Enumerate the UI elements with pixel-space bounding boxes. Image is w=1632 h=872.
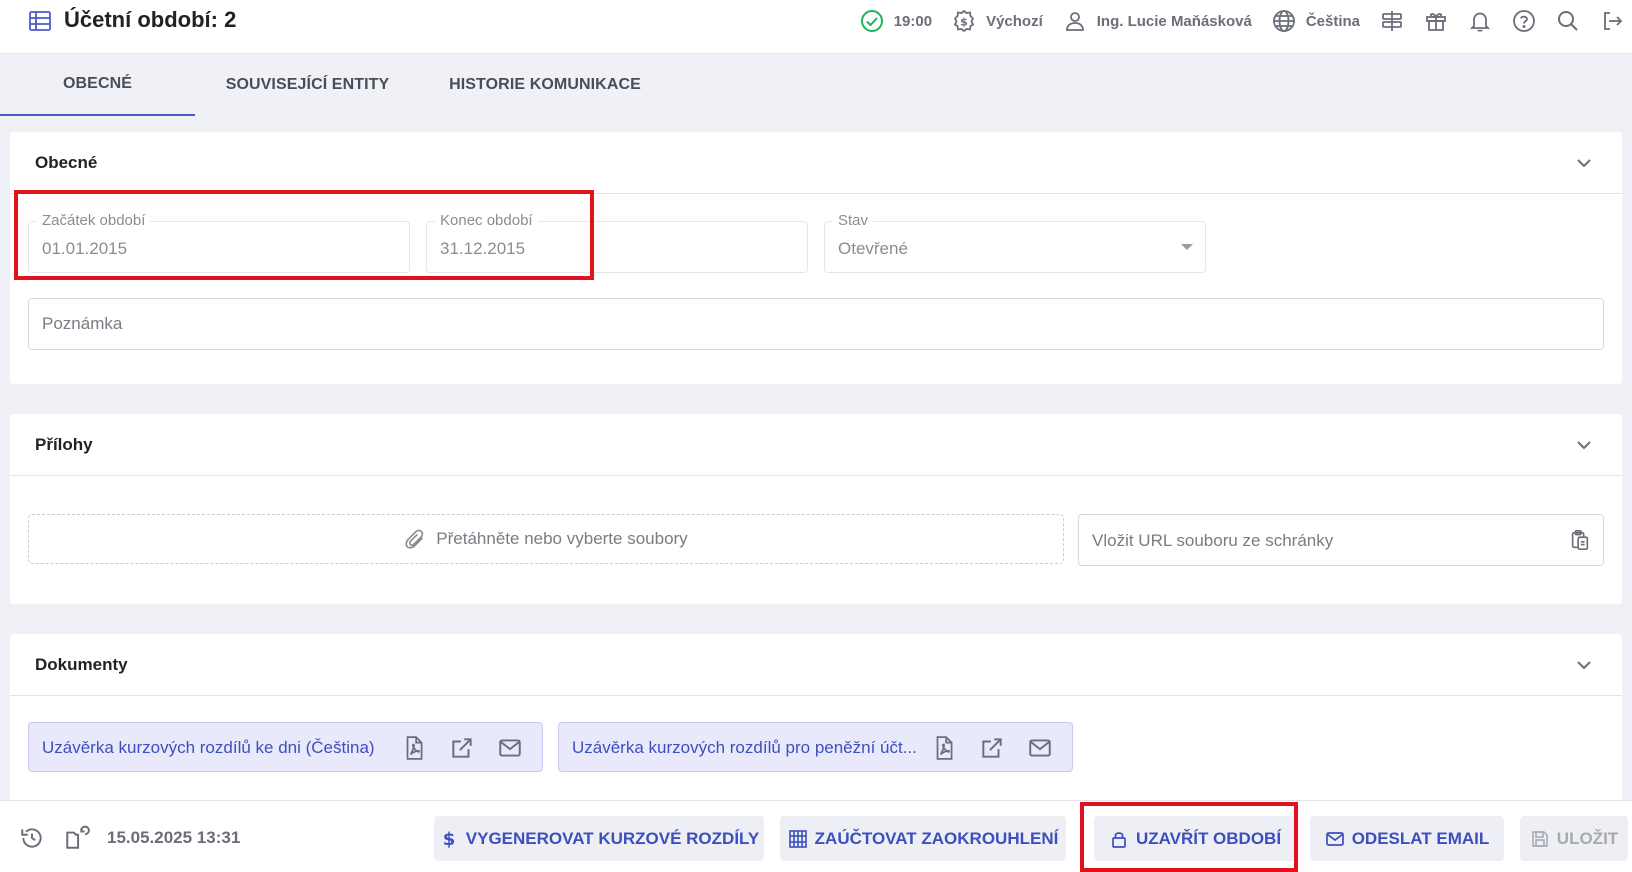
globe-icon	[1272, 9, 1296, 33]
file-url-placeholder: Vložit URL souboru ze schránky	[1092, 531, 1334, 550]
user-name: Ing. Lucie Maňásková	[1096, 12, 1252, 30]
search-button[interactable]	[1556, 9, 1580, 33]
session-time[interactable]: 19:00	[860, 9, 932, 33]
post-rounding-label: ZAÚČTOVAT ZAOKROUHLENÍ	[814, 828, 1059, 848]
notifications-button[interactable]	[1468, 9, 1492, 33]
mail-icon[interactable]	[1027, 735, 1053, 761]
highlight-period-dates	[14, 190, 594, 280]
tab-communication-history[interactable]: HISTORIE KOMUNIKACE	[440, 54, 650, 116]
language-label: Čeština	[1305, 12, 1360, 30]
dropdown-arrow-icon	[1181, 244, 1193, 250]
external-link-icon[interactable]	[449, 735, 475, 761]
chevron-down-icon[interactable]	[1574, 435, 1594, 455]
session-time-label: 19:00	[893, 12, 933, 30]
page-title: Účetní období: 2	[64, 7, 237, 32]
file-url-input[interactable]: Vložit URL souboru ze schránky	[1078, 514, 1604, 566]
document-name[interactable]: Uzávěrka kurzových rozdílů pro peněžní ú…	[572, 738, 917, 758]
document-name[interactable]: Uzávěrka kurzových rozdílů ke dni (Češti…	[42, 738, 387, 758]
chevron-down-icon[interactable]	[1574, 153, 1594, 173]
save-button[interactable]: ULOŽIT	[1520, 816, 1628, 861]
user-menu[interactable]: Ing. Lucie Maňásková	[1063, 9, 1252, 33]
external-link-icon[interactable]	[979, 735, 1005, 761]
highlight-close-period	[1080, 802, 1298, 872]
section-title: Obecné	[35, 153, 98, 172]
document-item[interactable]: Uzávěrka kurzových rozdílů ke dni (Češti…	[28, 722, 543, 772]
generate-exchange-differences-label: VYGENEROVAT KURZOVÉ ROZDÍLY	[465, 828, 760, 848]
status-value: Otevřené	[838, 239, 908, 258]
attachments-section: Přílohy Přetáhněte nebo vyberte soubory …	[10, 414, 1622, 604]
search-icon	[1556, 9, 1580, 33]
status-label: Stav	[833, 212, 874, 229]
send-email-label: ODESLAT EMAIL	[1351, 828, 1490, 848]
dropzone-label: Přetáhněte nebo vyberte soubory	[436, 529, 688, 548]
top-bar: Účetní období: 2 19:00 $ Výchozí Ing. Lu…	[0, 0, 1632, 54]
bell-icon	[1468, 9, 1492, 33]
news-button[interactable]	[1424, 9, 1448, 33]
document-item[interactable]: Uzávěrka kurzových rozdílů pro peněžní ú…	[558, 722, 1073, 772]
company-label: Výchozí	[986, 12, 1043, 30]
section-title: Dokumenty	[35, 655, 128, 674]
clipboard-icon[interactable]	[1569, 529, 1591, 551]
general-section-header[interactable]: Obecné	[10, 132, 1622, 194]
restore-icon[interactable]	[64, 825, 90, 851]
note-field[interactable]: Poznámka	[28, 298, 1604, 350]
note-placeholder: Poznámka	[42, 314, 123, 333]
tab-related-entities[interactable]: SOUVISEJÍCÍ ENTITY	[210, 54, 405, 116]
save-label: ULOŽIT	[1556, 828, 1619, 848]
help-icon	[1512, 9, 1536, 33]
file-dropzone[interactable]: Přetáhněte nebo vyberte soubory	[28, 514, 1064, 564]
dollar-circle-icon: $	[952, 9, 976, 33]
attachments-section-header[interactable]: Přílohy	[10, 414, 1622, 476]
last-modified-timestamp: 15.05.2025 13:31	[107, 828, 241, 847]
paperclip-icon	[404, 528, 426, 550]
check-circle-icon	[860, 9, 884, 33]
company-selector[interactable]: $ Výchozí	[952, 9, 1043, 33]
documents-section-header[interactable]: Dokumenty	[10, 634, 1622, 696]
roadmap-button[interactable]	[1380, 9, 1404, 33]
svg-text:$: $	[443, 829, 456, 849]
abacus-icon	[788, 829, 808, 849]
tab-general[interactable]: OBECNÉ	[0, 54, 195, 116]
table-icon	[28, 9, 52, 33]
save-icon	[1530, 829, 1550, 849]
documents-section: Dokumenty Uzávěrka kurzových rozdílů ke …	[10, 634, 1622, 804]
logout-icon	[1600, 9, 1624, 33]
help-button[interactable]	[1512, 9, 1536, 33]
pdf-icon[interactable]	[401, 735, 427, 761]
bottom-action-bar: 15.05.2025 13:31 $ VYGENEROVAT KURZOVÉ R…	[0, 800, 1632, 872]
section-title: Přílohy	[35, 435, 93, 454]
gift-icon	[1424, 9, 1448, 33]
svg-text:$: $	[960, 16, 968, 29]
chevron-down-icon[interactable]	[1574, 655, 1594, 675]
logout-button[interactable]	[1600, 9, 1624, 33]
signpost-icon	[1380, 9, 1404, 33]
tab-bar: OBECNÉ SOUVISEJÍCÍ ENTITY HISTORIE KOMUN…	[0, 54, 1632, 116]
history-icon[interactable]	[19, 825, 45, 851]
pdf-icon[interactable]	[931, 735, 957, 761]
mail-icon[interactable]	[497, 735, 523, 761]
mail-icon	[1325, 829, 1345, 849]
dollar-icon: $	[439, 829, 459, 849]
status-select[interactable]: Stav Otevřené	[824, 212, 1206, 273]
post-rounding-button[interactable]: ZAÚČTOVAT ZAOKROUHLENÍ	[780, 816, 1066, 861]
generate-exchange-differences-button[interactable]: $ VYGENEROVAT KURZOVÉ ROZDÍLY	[434, 816, 764, 861]
send-email-button[interactable]: ODESLAT EMAIL	[1310, 816, 1504, 861]
language-selector[interactable]: Čeština	[1272, 9, 1360, 33]
user-icon	[1063, 9, 1087, 33]
